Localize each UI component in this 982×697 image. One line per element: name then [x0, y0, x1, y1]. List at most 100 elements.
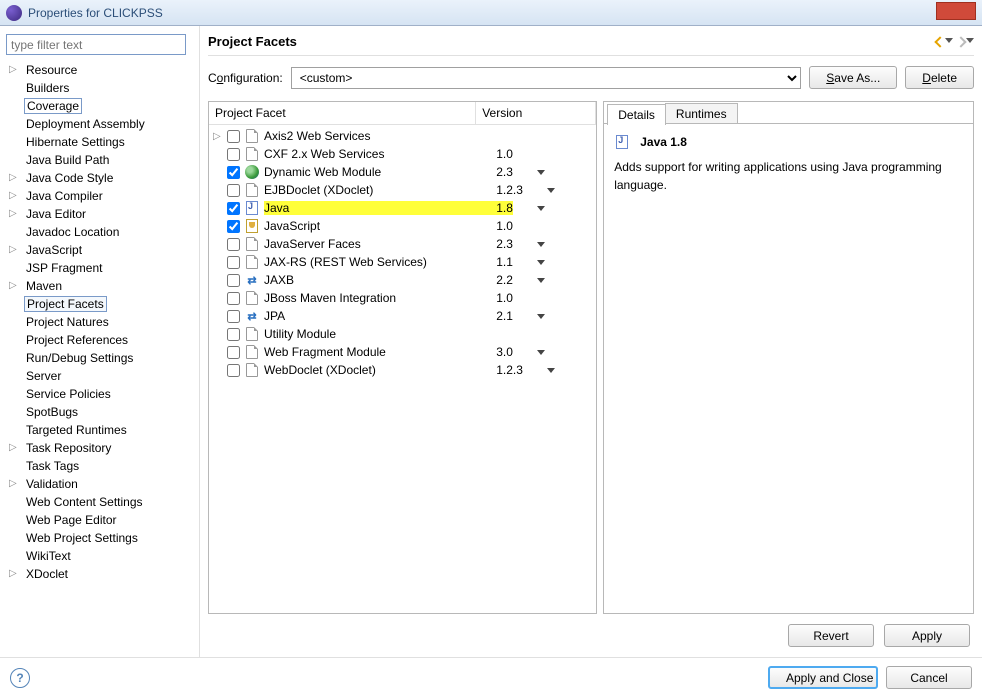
- facet-row[interactable]: JavaScript1.0: [209, 217, 596, 235]
- tab-runtimes[interactable]: Runtimes: [665, 103, 738, 124]
- sidebar-item[interactable]: Java Compiler: [6, 187, 193, 205]
- sidebar-item[interactable]: Project References: [6, 331, 193, 349]
- sidebar-item[interactable]: Run/Debug Settings: [6, 349, 193, 367]
- facet-version[interactable]: 1.0: [496, 219, 596, 233]
- chevron-down-icon[interactable]: [537, 314, 545, 319]
- help-icon[interactable]: ?: [10, 668, 30, 688]
- chevron-down-icon[interactable]: [547, 188, 555, 193]
- facet-checkbox[interactable]: [227, 166, 240, 179]
- facet-row[interactable]: WebDoclet (XDoclet)1.2.3: [209, 361, 596, 379]
- facet-version[interactable]: 2.2: [496, 273, 596, 287]
- chevron-down-icon[interactable]: [537, 242, 545, 247]
- facet-row[interactable]: EJBDoclet (XDoclet)1.2.3: [209, 181, 596, 199]
- col-project-facet[interactable]: Project Facet: [209, 102, 476, 124]
- sidebar-item[interactable]: Project Natures: [6, 313, 193, 331]
- nav-forward-icon[interactable]: [957, 38, 974, 46]
- facet-table-body[interactable]: Axis2 Web ServicesCXF 2.x Web Services1.…: [209, 125, 596, 613]
- sidebar-item[interactable]: Project Facets: [6, 295, 193, 313]
- facet-checkbox[interactable]: [227, 292, 240, 305]
- delete-button[interactable]: Delete: [905, 66, 974, 89]
- facet-checkbox[interactable]: [227, 220, 240, 233]
- facet-version[interactable]: 2.3: [496, 237, 596, 251]
- tab-details[interactable]: Details: [607, 104, 666, 125]
- sidebar-item[interactable]: Java Code Style: [6, 169, 193, 187]
- facet-checkbox[interactable]: [227, 310, 240, 323]
- facet-checkbox[interactable]: [227, 328, 240, 341]
- facet-version[interactable]: 1.2.3: [496, 183, 596, 197]
- facet-row[interactable]: JBoss Maven Integration1.0: [209, 289, 596, 307]
- sidebar-item[interactable]: Javadoc Location: [6, 223, 193, 241]
- sidebar-item[interactable]: Server: [6, 367, 193, 385]
- apply-button[interactable]: Apply: [884, 624, 970, 647]
- chevron-down-icon[interactable]: [537, 170, 545, 175]
- sidebar-item[interactable]: Targeted Runtimes: [6, 421, 193, 439]
- sidebar-item[interactable]: Resource: [6, 61, 193, 79]
- sidebar-item[interactable]: Maven: [6, 277, 193, 295]
- facet-version[interactable]: 1.8: [496, 201, 596, 215]
- sidebar-item[interactable]: Web Content Settings: [6, 493, 193, 511]
- facet-version[interactable]: 1.2.3: [496, 363, 596, 377]
- facet-checkbox[interactable]: [227, 256, 240, 269]
- facet-checkbox[interactable]: [227, 148, 240, 161]
- facet-row[interactable]: ⇄JAXB2.2: [209, 271, 596, 289]
- sidebar-item[interactable]: XDoclet: [6, 565, 193, 583]
- facet-checkbox[interactable]: [227, 184, 240, 197]
- sidebar-item[interactable]: Web Project Settings: [6, 529, 193, 547]
- sidebar-item[interactable]: Validation: [6, 475, 193, 493]
- facet-row[interactable]: JAX-RS (REST Web Services)1.1: [209, 253, 596, 271]
- facet-checkbox[interactable]: [227, 364, 240, 377]
- sidebar-item[interactable]: Deployment Assembly: [6, 115, 193, 133]
- close-icon[interactable]: [936, 2, 976, 20]
- sidebar-item[interactable]: WikiText: [6, 547, 193, 565]
- facet-row[interactable]: Java1.8: [209, 199, 596, 217]
- sidebar-item[interactable]: Java Editor: [6, 205, 193, 223]
- facet-version[interactable]: 1.0: [496, 291, 596, 305]
- chevron-down-icon[interactable]: [537, 278, 545, 283]
- facet-checkbox[interactable]: [227, 274, 240, 287]
- cancel-button[interactable]: Cancel: [886, 666, 972, 689]
- apply-and-close-button[interactable]: Apply and Close: [768, 666, 878, 689]
- configuration-select[interactable]: <custom>: [291, 67, 802, 89]
- facet-checkbox[interactable]: [227, 346, 240, 359]
- facet-table-header: Project Facet Version: [209, 102, 596, 125]
- revert-button[interactable]: Revert: [788, 624, 874, 647]
- sidebar-item[interactable]: Task Repository: [6, 439, 193, 457]
- sidebar-item[interactable]: SpotBugs: [6, 403, 193, 421]
- col-version[interactable]: Version: [476, 102, 596, 124]
- sidebar-item[interactable]: Service Policies: [6, 385, 193, 403]
- facet-row[interactable]: Axis2 Web Services: [209, 127, 596, 145]
- configuration-label: Configuration:: [208, 71, 283, 85]
- save-as-button[interactable]: Save As...: [809, 66, 897, 89]
- chevron-down-icon[interactable]: [547, 368, 555, 373]
- sidebar-item[interactable]: Hibernate Settings: [6, 133, 193, 151]
- category-tree[interactable]: ResourceBuildersCoverageDeployment Assem…: [6, 61, 193, 651]
- facet-version[interactable]: 2.3: [496, 165, 596, 179]
- facet-checkbox[interactable]: [227, 130, 240, 143]
- sidebar-item[interactable]: Builders: [6, 79, 193, 97]
- sidebar-item[interactable]: Java Build Path: [6, 151, 193, 169]
- facet-row[interactable]: Utility Module: [209, 325, 596, 343]
- facet-row[interactable]: Dynamic Web Module2.3: [209, 163, 596, 181]
- facet-version[interactable]: 1.0: [496, 147, 596, 161]
- facet-name: JavaServer Faces: [264, 237, 496, 251]
- facet-version[interactable]: 1.1: [496, 255, 596, 269]
- facet-version[interactable]: 3.0: [496, 345, 596, 359]
- dialog-body: ResourceBuildersCoverageDeployment Assem…: [0, 26, 982, 657]
- facet-row[interactable]: ⇄JPA2.1: [209, 307, 596, 325]
- chevron-down-icon[interactable]: [537, 260, 545, 265]
- sidebar-item[interactable]: Coverage: [6, 97, 193, 115]
- sidebar-item[interactable]: JavaScript: [6, 241, 193, 259]
- filter-input[interactable]: [6, 34, 186, 55]
- facet-row[interactable]: CXF 2.x Web Services1.0: [209, 145, 596, 163]
- sidebar-item[interactable]: Web Page Editor: [6, 511, 193, 529]
- facet-row[interactable]: JavaServer Faces2.3: [209, 235, 596, 253]
- nav-back-icon[interactable]: [936, 38, 953, 46]
- chevron-down-icon[interactable]: [537, 350, 545, 355]
- facet-checkbox[interactable]: [227, 238, 240, 251]
- sidebar-item[interactable]: JSP Fragment: [6, 259, 193, 277]
- facet-row[interactable]: Web Fragment Module3.0: [209, 343, 596, 361]
- sidebar-item[interactable]: Task Tags: [6, 457, 193, 475]
- facet-version[interactable]: 2.1: [496, 309, 596, 323]
- chevron-down-icon[interactable]: [537, 206, 545, 211]
- facet-checkbox[interactable]: [227, 202, 240, 215]
